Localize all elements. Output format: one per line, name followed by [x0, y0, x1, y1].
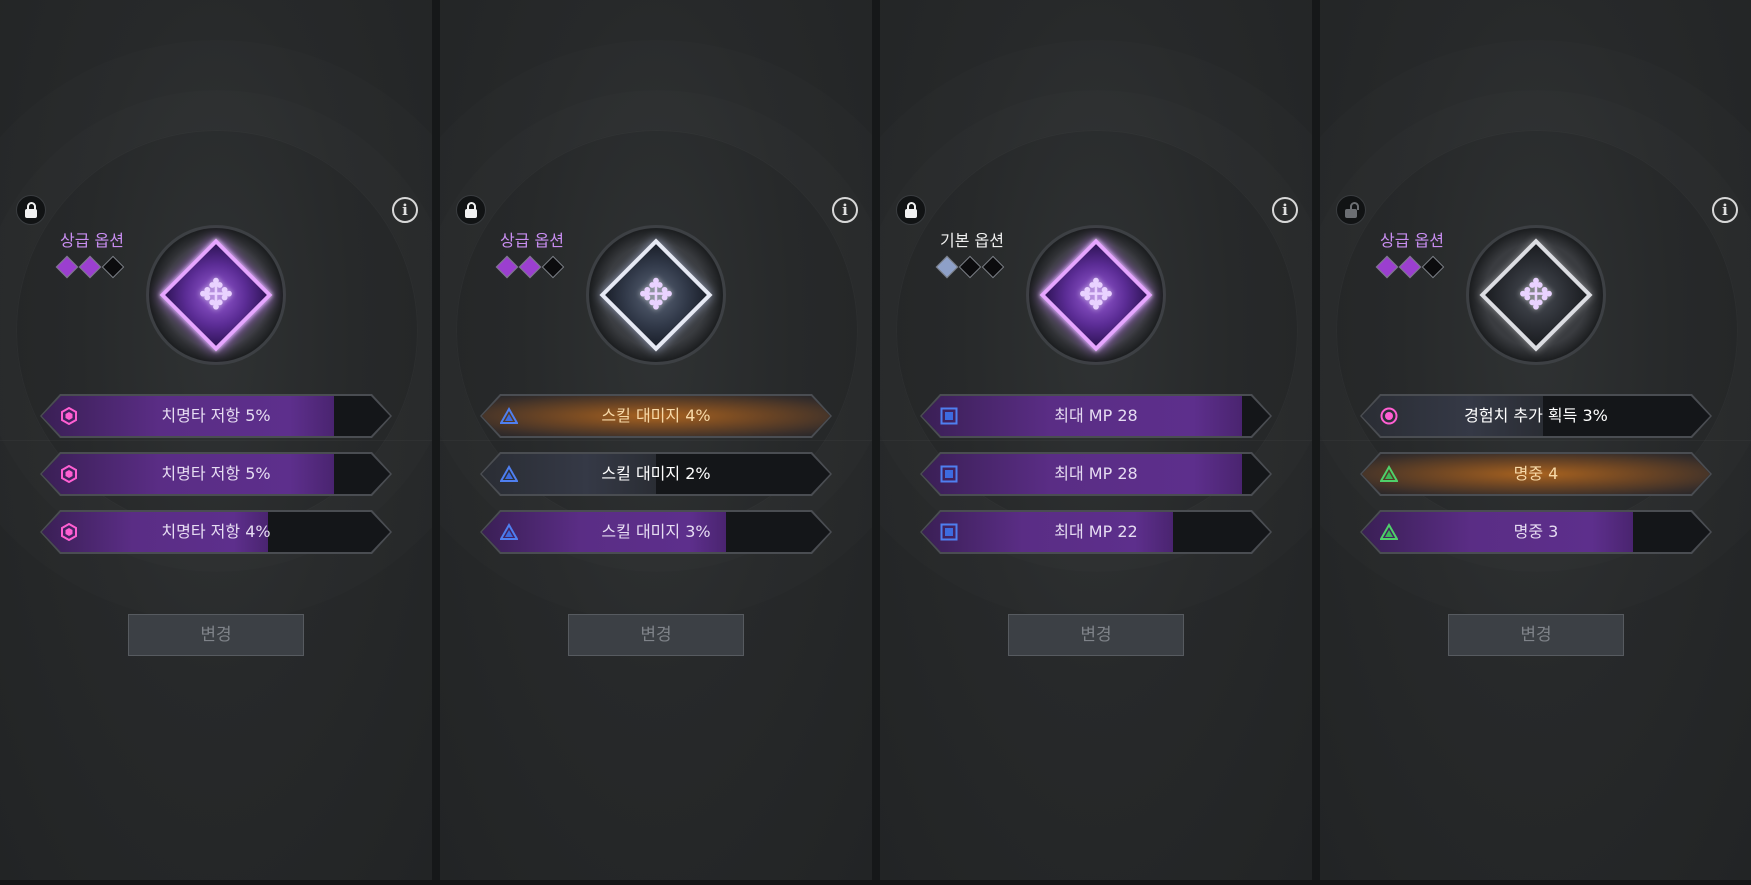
grade-pips: [495, 255, 565, 279]
option-row[interactable]: 최대 MP 28: [920, 452, 1272, 496]
grade-pip: [1375, 255, 1399, 279]
option-row[interactable]: 명중 3: [1360, 510, 1712, 554]
grade-pip: [1398, 255, 1422, 279]
option-text: 치명타 저항 5%: [161, 464, 271, 483]
change-button[interactable]: 변경: [1008, 614, 1184, 656]
celtic-knot-icon: ✥: [1518, 270, 1554, 319]
option-row[interactable]: 치명타 저항 5%: [40, 452, 392, 496]
option-row[interactable]: 명중 4: [1360, 452, 1712, 496]
info-icon[interactable]: i: [392, 197, 418, 223]
grade-label: 상급 옵션: [1380, 231, 1444, 250]
option-panel: i 상급 옵션 ✥ 치명타 저항 5% 치명타 저항 5% 치명타 저항 4% …: [0, 0, 432, 880]
option-text: 스킬 대미지 2%: [601, 464, 711, 483]
grade-pip: [518, 255, 542, 279]
gem-slot[interactable]: ✥: [146, 225, 286, 365]
panel-divider: [432, 0, 440, 880]
option-text: 스킬 대미지 4%: [601, 406, 711, 425]
option-text: 명중 3: [1513, 522, 1559, 541]
grade-pip: [78, 255, 102, 279]
gem-slot[interactable]: ✥: [1026, 225, 1166, 365]
change-button[interactable]: 변경: [1448, 614, 1624, 656]
option-text: 스킬 대미지 3%: [601, 522, 711, 541]
option-text: 최대 MP 22: [1054, 522, 1138, 541]
grade-label: 기본 옵션: [940, 231, 1004, 250]
grade-pip: [981, 255, 1005, 279]
info-icon[interactable]: i: [1712, 197, 1738, 223]
grade-pip: [958, 255, 982, 279]
grade-pip: [1421, 255, 1445, 279]
option-text: 명중 4: [1513, 464, 1559, 483]
unlock-icon[interactable]: [1336, 195, 1366, 225]
gem-slot[interactable]: ✥: [586, 225, 726, 365]
change-button[interactable]: 변경: [568, 614, 744, 656]
option-text: 최대 MP 28: [1054, 464, 1138, 483]
option-row[interactable]: 스킬 대미지 4%: [480, 394, 832, 438]
change-button[interactable]: 변경: [128, 614, 304, 656]
grade-pip: [495, 255, 519, 279]
panel-divider: [1312, 0, 1320, 880]
lock-icon[interactable]: [16, 195, 46, 225]
grade-pip: [541, 255, 565, 279]
celtic-knot-icon: ✥: [1078, 270, 1114, 319]
panel-divider: [872, 0, 880, 880]
info-icon[interactable]: i: [832, 197, 858, 223]
option-row[interactable]: 경험치 추가 획득 3%: [1360, 394, 1712, 438]
option-panel: i 기본 옵션 ✥ 최대 MP 28 최대 MP 28 최대 MP 22 변경: [880, 0, 1312, 880]
option-text: 치명타 저항 4%: [161, 522, 271, 541]
celtic-knot-icon: ✥: [198, 270, 234, 319]
option-row[interactable]: 스킬 대미지 3%: [480, 510, 832, 554]
lock-icon[interactable]: [456, 195, 486, 225]
option-text: 치명타 저항 5%: [161, 406, 271, 425]
option-text: 경험치 추가 획득 3%: [1464, 406, 1608, 425]
grade-label: 상급 옵션: [500, 231, 564, 250]
grade-pips: [55, 255, 125, 279]
grade-pip: [55, 255, 79, 279]
option-row[interactable]: 최대 MP 22: [920, 510, 1272, 554]
celtic-knot-icon: ✥: [638, 270, 674, 319]
bottom-bar: [0, 880, 1751, 885]
option-panel: i 상급 옵션 ✥ 스킬 대미지 4% 스킬 대미지 2% 스킬 대미지 3% …: [440, 0, 872, 880]
option-text: 최대 MP 28: [1054, 406, 1138, 425]
option-row[interactable]: 스킬 대미지 2%: [480, 452, 832, 496]
grade-pip: [101, 255, 125, 279]
option-row[interactable]: 치명타 저항 5%: [40, 394, 392, 438]
grade-pip: [935, 255, 959, 279]
gem-slot[interactable]: ✥: [1466, 225, 1606, 365]
option-panel: i 상급 옵션 ✥ 경험치 추가 획득 3% 명중 4 명중 3 변경: [1320, 0, 1751, 880]
info-icon[interactable]: i: [1272, 197, 1298, 223]
option-row[interactable]: 치명타 저항 4%: [40, 510, 392, 554]
option-row[interactable]: 최대 MP 28: [920, 394, 1272, 438]
grade-pips: [1375, 255, 1445, 279]
grade-pips: [935, 255, 1005, 279]
grade-label: 상급 옵션: [60, 231, 124, 250]
lock-icon[interactable]: [896, 195, 926, 225]
